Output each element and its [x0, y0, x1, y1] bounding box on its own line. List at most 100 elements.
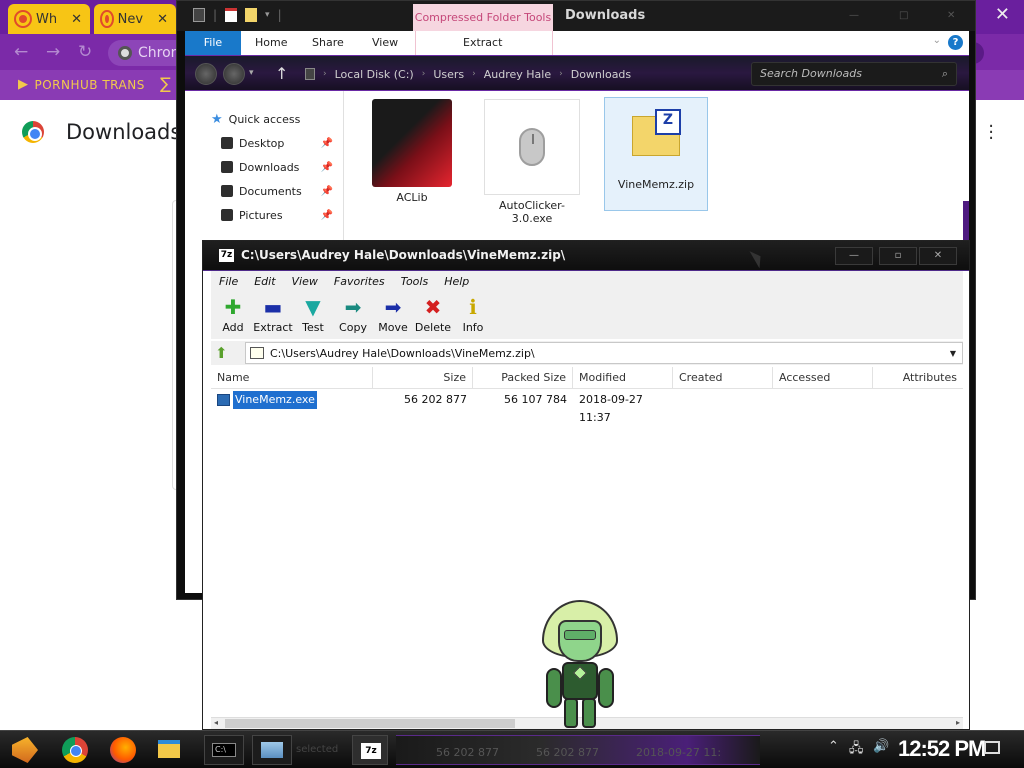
- chrome-tab-2[interactable]: Nev ✕: [94, 4, 176, 34]
- documents-icon: [221, 185, 233, 197]
- toolbar-copy-button[interactable]: ➡ Copy: [333, 295, 373, 334]
- breadcrumb-item[interactable]: Downloads: [571, 68, 631, 81]
- cell-size: 56 202 877: [404, 393, 467, 406]
- breadcrumb[interactable]: › Local Disk (C:) › Users › Audrey Hale …: [305, 62, 745, 86]
- path-input[interactable]: C:\Users\Audrey Hale\Downloads\VineMemz.…: [245, 342, 963, 364]
- volume-icon[interactable]: 🔊: [873, 739, 889, 761]
- toolbar-info-button[interactable]: ℹ Info: [453, 295, 493, 334]
- back-button[interactable]: [195, 63, 217, 85]
- qat-dropdown-icon[interactable]: ▾: [265, 10, 270, 20]
- tab-file[interactable]: File: [185, 31, 241, 55]
- column-size[interactable]: Size: [373, 367, 473, 389]
- toolbar-add-button[interactable]: ✚ Add: [213, 295, 253, 334]
- paint-taskbar-button[interactable]: [252, 735, 292, 765]
- scroll-right-icon[interactable]: ▸: [956, 718, 960, 727]
- help-icon[interactable]: ?: [948, 35, 963, 50]
- bookmark-item[interactable]: ▶ PORNHUB TRANS: [18, 77, 145, 92]
- column-attributes[interactable]: Attributes: [873, 367, 963, 389]
- nav-item-downloads[interactable]: Downloads 📌: [221, 157, 339, 177]
- search-placeholder: Search Downloads: [760, 67, 862, 80]
- up-arrow-icon[interactable]: ↑: [275, 64, 288, 83]
- file-item[interactable]: AutoClicker-3.0.exe: [482, 99, 582, 225]
- window-title: Downloads: [565, 8, 646, 23]
- properties-icon[interactable]: [225, 8, 238, 22]
- minimize-icon[interactable]: —: [835, 247, 873, 265]
- toolbar-extract-button[interactable]: ▬ Extract: [253, 295, 293, 334]
- back-arrow-icon[interactable]: ←: [14, 42, 28, 62]
- new-folder-icon[interactable]: [245, 8, 258, 22]
- search-input[interactable]: Search Downloads ⌕: [751, 62, 957, 86]
- menu-help[interactable]: Help: [444, 275, 469, 288]
- nav-label: Documents: [239, 184, 302, 198]
- chrome-taskbar-icon[interactable]: [62, 737, 88, 763]
- notification-icon[interactable]: [984, 741, 1000, 754]
- menu-favorites[interactable]: Favorites: [334, 275, 385, 288]
- toolbar-label: Delete: [414, 321, 452, 334]
- menu-file[interactable]: File: [219, 275, 238, 288]
- menu-tools[interactable]: Tools: [401, 275, 429, 288]
- tab-favicon-icon: [16, 12, 30, 26]
- close-icon[interactable]: ✕: [947, 10, 955, 21]
- maximize-icon[interactable]: □: [899, 10, 908, 21]
- scroll-left-icon[interactable]: ◂: [214, 718, 218, 727]
- recent-dropdown-icon[interactable]: ▾: [249, 68, 254, 78]
- column-modified[interactable]: Modified: [573, 367, 673, 389]
- chevron-down-icon[interactable]: ⌄: [933, 35, 941, 46]
- breadcrumb-item[interactable]: Users: [433, 68, 464, 81]
- minimize-icon[interactable]: —: [849, 10, 859, 21]
- toolbar-delete-button[interactable]: ✖ Delete: [413, 295, 453, 334]
- menu-view[interactable]: View: [292, 275, 318, 288]
- ghost-text: 2018-09-27 11:: [636, 746, 722, 759]
- nav-quick-access[interactable]: ★ Quick access: [211, 109, 300, 129]
- cell-name[interactable]: VineMemz.exe: [217, 390, 318, 410]
- pin-icon: 📌: [320, 185, 333, 197]
- kebab-menu-icon[interactable]: · · ·: [988, 118, 994, 148]
- close-icon[interactable]: ✕: [71, 12, 82, 27]
- start-button[interactable]: [12, 737, 38, 763]
- tab-home[interactable]: Home: [255, 31, 287, 55]
- 7zip-address-bar: ⬆ C:\Users\Audrey Hale\Downloads\VineMem…: [211, 341, 963, 365]
- file-explorer-taskbar-icon[interactable]: [158, 740, 180, 758]
- file-item[interactable]: ACLib: [362, 99, 462, 204]
- scrollbar-thumb[interactable]: [225, 719, 515, 728]
- tab-share[interactable]: Share: [312, 31, 344, 55]
- bookmark-icon[interactable]: ∑: [160, 74, 171, 93]
- close-icon[interactable]: ✕: [919, 247, 957, 265]
- menu-edit[interactable]: Edit: [254, 275, 275, 288]
- column-name[interactable]: Name: [211, 367, 373, 389]
- forward-button[interactable]: [223, 63, 245, 85]
- pin-icon: 📌: [320, 137, 333, 149]
- column-headers: Name Size Packed Size Modified Created A…: [211, 367, 963, 389]
- nav-item-pictures[interactable]: Pictures 📌: [221, 205, 339, 225]
- network-icon[interactable]: 🖧: [849, 739, 864, 761]
- cmd-taskbar-button[interactable]: C:\: [204, 735, 244, 765]
- column-packed-size[interactable]: Packed Size: [473, 367, 573, 389]
- tab-view[interactable]: View: [372, 31, 398, 55]
- chrome-close-icon[interactable]: ✕: [995, 4, 1010, 25]
- chrome-tab-1[interactable]: Wh ✕: [8, 4, 90, 34]
- chevron-up-icon[interactable]: ⌃: [828, 739, 839, 761]
- clock[interactable]: 12:52 PM: [898, 736, 986, 762]
- breadcrumb-item[interactable]: Local Disk (C:): [335, 68, 414, 81]
- nav-item-documents[interactable]: Documents 📌: [221, 181, 339, 201]
- chevron-down-icon[interactable]: ▼: [950, 349, 956, 358]
- maximize-icon[interactable]: ▫: [879, 247, 917, 265]
- delete-icon: ✖: [424, 295, 442, 319]
- firefox-taskbar-icon[interactable]: [110, 737, 136, 763]
- toolbar-test-button[interactable]: ▼ Test: [293, 295, 333, 334]
- file-item-selected[interactable]: VineMemz.zip: [604, 97, 708, 211]
- close-icon[interactable]: ✕: [157, 12, 168, 27]
- column-accessed[interactable]: Accessed: [773, 367, 873, 389]
- up-folder-icon[interactable]: ⬆: [215, 344, 228, 362]
- explorer-app-icon: [193, 8, 205, 22]
- table-row[interactable]: VineMemz.exe 56 202 877 56 107 784 2018-…: [211, 390, 963, 424]
- breadcrumb-item[interactable]: Audrey Hale: [484, 68, 551, 81]
- nav-item-desktop[interactable]: Desktop 📌: [221, 133, 339, 153]
- 7zip-taskbar-button[interactable]: 7z: [352, 735, 388, 765]
- forward-arrow-icon[interactable]: →: [46, 42, 60, 62]
- column-created[interactable]: Created: [673, 367, 773, 389]
- toolbar-move-button[interactable]: ➡ Move: [373, 295, 413, 334]
- reload-icon[interactable]: ↻: [78, 42, 92, 62]
- tab-extract[interactable]: Extract: [463, 31, 502, 55]
- zip-folder-icon: [632, 109, 681, 156]
